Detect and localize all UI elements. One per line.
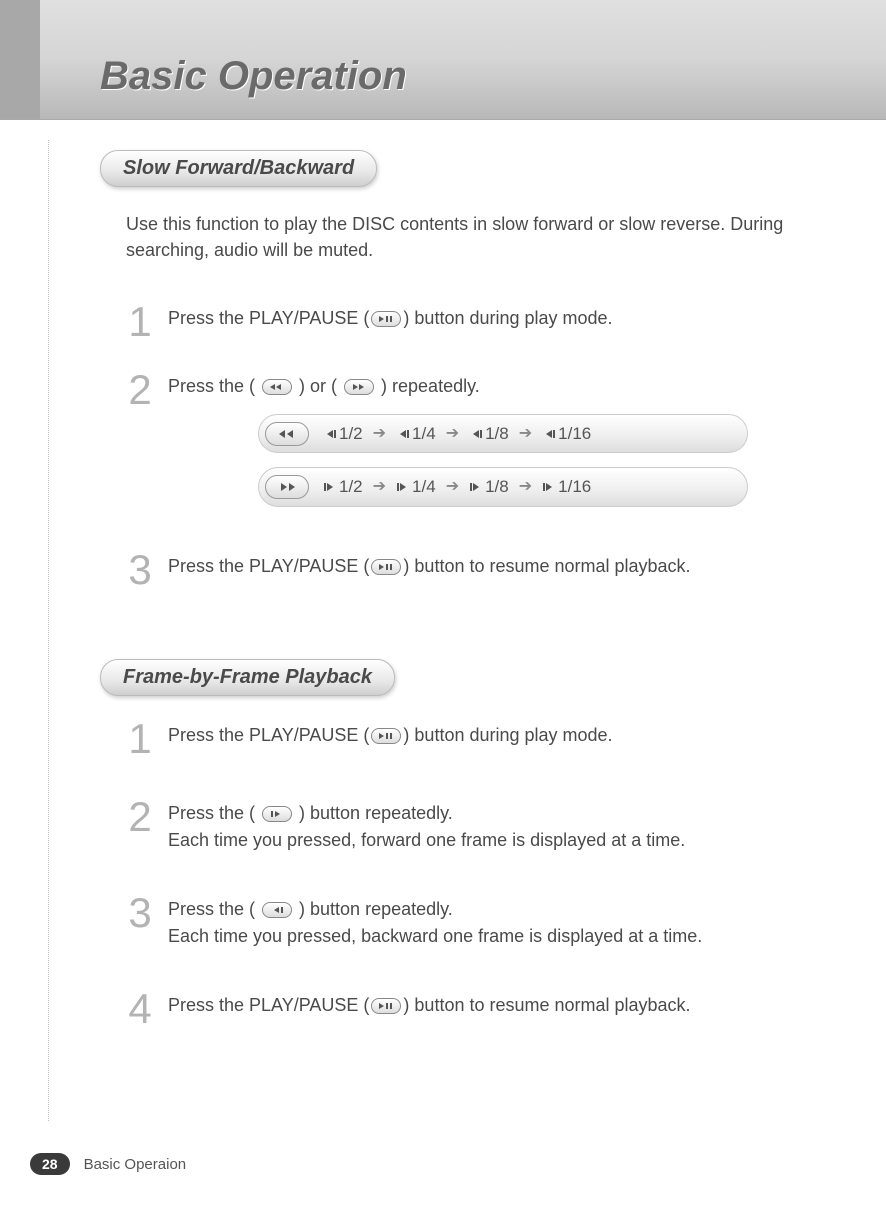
speed-step: 1/16 — [542, 474, 591, 500]
step-text: Press the PLAY/PAUSE ( ) button during pl… — [168, 303, 613, 332]
section2-step-3: 3 Press the ( ) button repeatedly. Each … — [126, 894, 826, 950]
step-number: 3 — [126, 894, 154, 932]
page-title: Basic Operation — [100, 54, 407, 99]
rewind-icon — [265, 422, 309, 446]
footer-label: Basic Operaion — [84, 1156, 187, 1173]
step-text: Press the PLAY/PAUSE ( ) button to resume… — [168, 990, 691, 1019]
section1-step-3: 3 Press the PLAY/PAUSE ( ) button to resu… — [126, 551, 826, 589]
page-number-badge: 28 — [30, 1153, 70, 1175]
section1-intro: Use this function to play the DISC conte… — [126, 211, 826, 263]
step-text: Press the ( ) or ( ) repeatedly. 1/2 ➔ 1… — [168, 371, 748, 521]
step-number: 2 — [126, 371, 154, 409]
section2-step-2: 2 Press the ( ) button repeatedly. Each … — [126, 798, 826, 854]
text: ) button to resume normal playback. — [403, 995, 690, 1015]
speed-value: 1/2 — [339, 474, 363, 500]
arrow-right-icon: ➔ — [519, 475, 532, 499]
step-text: Press the PLAY/PAUSE ( ) button to resume… — [168, 551, 691, 580]
section-heading-slow: Slow Forward/Backward — [100, 150, 377, 187]
arrow-right-icon: ➔ — [373, 475, 386, 499]
text: Press the PLAY/PAUSE ( — [168, 308, 369, 328]
text: Press the ( — [168, 899, 260, 919]
play-pause-icon — [371, 559, 401, 575]
speed-value: 1/16 — [558, 474, 591, 500]
speed-step: 1/4 — [396, 474, 436, 500]
section2-step-4: 4 Press the PLAY/PAUSE ( ) button to resu… — [126, 990, 826, 1028]
step-number: 2 — [126, 798, 154, 836]
forward-speed-sequence: 1/2 ➔ 1/4 ➔ 1/8 ➔ 1/16 — [258, 467, 748, 507]
text: Each time you pressed, forward one frame… — [168, 830, 685, 850]
step-text: Press the PLAY/PAUSE ( ) button during pl… — [168, 720, 613, 749]
frame-forward-icon — [262, 806, 292, 822]
frame-backward-icon — [262, 902, 292, 918]
section1-step-2: 2 Press the ( ) or ( ) repeatedly. 1/2 ➔… — [126, 371, 826, 521]
section1-step-1: 1 Press the PLAY/PAUSE ( ) button during … — [126, 303, 826, 341]
speed-step: 1/8 — [469, 474, 509, 500]
play-pause-icon — [371, 728, 401, 744]
text: Press the PLAY/PAUSE ( — [168, 995, 369, 1015]
section2-step-1: 1 Press the PLAY/PAUSE ( ) button during … — [126, 720, 826, 758]
main-content: Slow Forward/Backward Use this function … — [0, 120, 886, 1027]
text: Press the ( — [168, 803, 260, 823]
play-pause-icon — [371, 311, 401, 327]
fast-forward-icon — [265, 475, 309, 499]
step-text: Press the ( ) button repeatedly. Each ti… — [168, 798, 685, 854]
arrow-right-icon: ➔ — [519, 422, 532, 446]
arrow-right-icon: ➔ — [446, 422, 459, 446]
speed-step: 1/2 — [323, 421, 363, 447]
text: Each time you pressed, backward one fram… — [168, 926, 702, 946]
step-number: 3 — [126, 551, 154, 589]
speed-value: 1/8 — [485, 421, 509, 447]
margin-dotted-line — [48, 140, 49, 1121]
speed-step: 1/4 — [396, 421, 436, 447]
speed-value: 1/4 — [412, 421, 436, 447]
arrow-right-icon: ➔ — [446, 475, 459, 499]
text: ) button to resume normal playback. — [403, 556, 690, 576]
step-number: 1 — [126, 720, 154, 758]
speed-step: 1/16 — [542, 421, 591, 447]
speed-step: 1/2 — [323, 474, 363, 500]
fast-forward-icon — [344, 379, 374, 395]
step-number: 1 — [126, 303, 154, 341]
step-number: 4 — [126, 990, 154, 1028]
text: Press the PLAY/PAUSE ( — [168, 725, 369, 745]
speed-value: 1/2 — [339, 421, 363, 447]
speed-step: 1/8 — [469, 421, 509, 447]
title-banner: Basic Operation — [0, 0, 886, 120]
text: ) or ( — [294, 376, 342, 396]
speed-value: 1/8 — [485, 474, 509, 500]
text: Press the ( — [168, 376, 260, 396]
text: ) button repeatedly. — [294, 803, 453, 823]
rewind-icon — [262, 379, 292, 395]
text: Press the PLAY/PAUSE ( — [168, 556, 369, 576]
text: ) button repeatedly. — [294, 899, 453, 919]
play-pause-icon — [371, 998, 401, 1014]
section-heading-frame: Frame-by-Frame Playback — [100, 659, 395, 696]
text: ) repeatedly. — [376, 376, 480, 396]
speed-value: 1/4 — [412, 474, 436, 500]
reverse-speed-sequence: 1/2 ➔ 1/4 ➔ 1/8 ➔ 1/16 — [258, 414, 748, 454]
text: ) button during play mode. — [403, 308, 612, 328]
page-footer: 28 Basic Operaion — [30, 1153, 186, 1175]
arrow-right-icon: ➔ — [373, 422, 386, 446]
text: ) button during play mode. — [403, 725, 612, 745]
step-text: Press the ( ) button repeatedly. Each ti… — [168, 894, 702, 950]
speed-value: 1/16 — [558, 421, 591, 447]
